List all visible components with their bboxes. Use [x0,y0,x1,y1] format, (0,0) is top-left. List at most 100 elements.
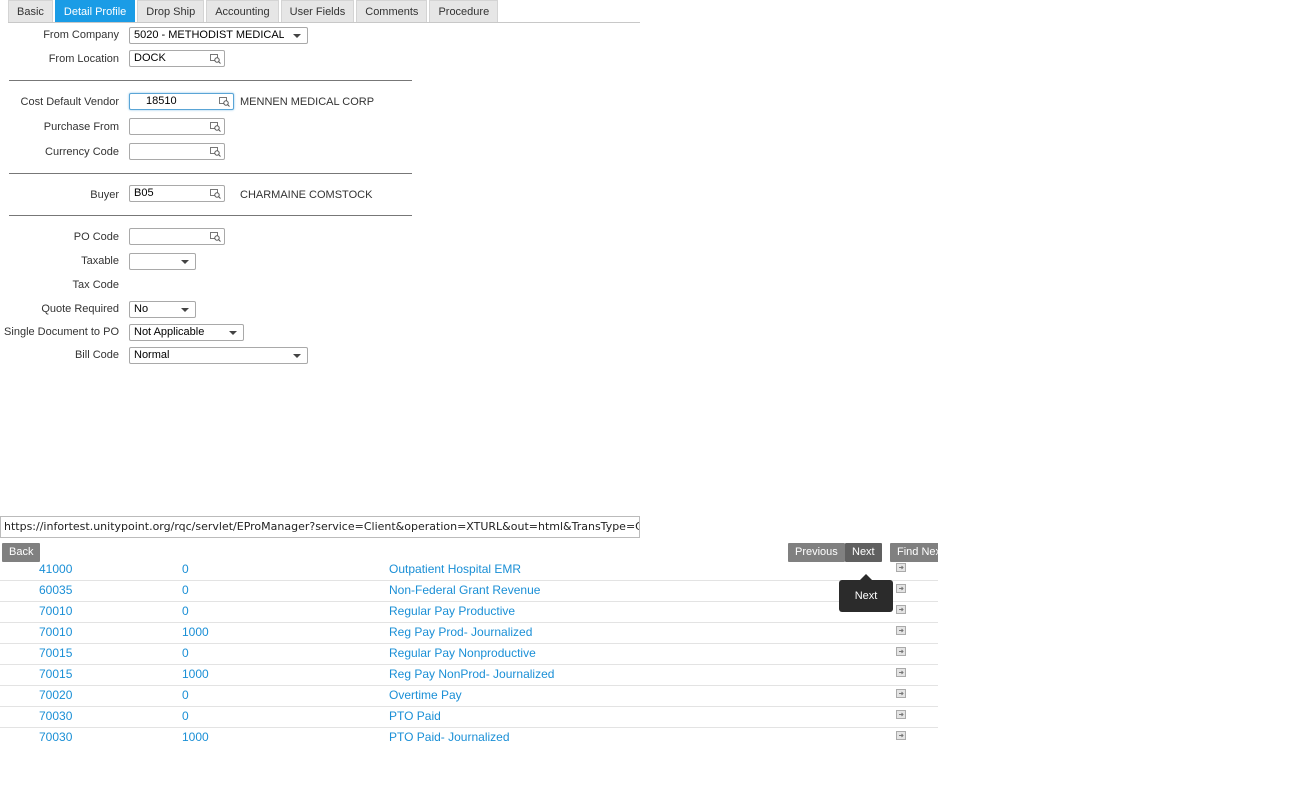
account-link[interactable]: 60035 [39,581,72,599]
bill-code-label: Bill Code [74,349,119,361]
chevron-down-icon [293,354,301,358]
account-link[interactable]: 70030 [39,707,72,725]
vendor-name: MENNEN MEDICAL CORP [240,96,375,108]
select-row-icon[interactable] [896,710,906,719]
lookup-icon[interactable] [210,231,221,242]
cost-default-vendor-field[interactable]: 18510 [129,93,234,110]
description-link[interactable]: PTO Paid [389,707,441,725]
from-location-row: From Location DOCK [0,49,320,69]
quote-required-label: Quote Required [41,303,119,315]
sub-account-link[interactable]: 1000 [182,728,209,746]
sub-account-link[interactable]: 0 [182,686,189,704]
sub-account-link[interactable]: 0 [182,560,189,578]
from-company-row: From Company 5020 - METHODIST MEDICAL C [0,25,320,45]
sub-account-link[interactable]: 0 [182,602,189,620]
account-link[interactable]: 70020 [39,686,72,704]
lookup-icon[interactable] [210,121,221,132]
buyer-field[interactable]: B05 [129,185,225,202]
description-link[interactable]: Reg Pay Prod- Journalized [389,623,532,641]
description-link[interactable]: Regular Pay Nonproductive [389,644,536,662]
purchase-from-label: Purchase From [43,121,119,133]
table-row[interactable]: 70010 0 Regular Pay Productive [0,602,938,623]
description-link[interactable]: PTO Paid- Journalized [389,728,510,746]
table-row[interactable]: 70020 0 Overtime Pay [0,686,938,707]
select-row-icon[interactable] [896,731,906,740]
from-company-select[interactable]: 5020 - METHODIST MEDICAL C [129,27,308,44]
sub-account-link[interactable]: 0 [182,707,189,725]
table-row[interactable]: 70015 1000 Reg Pay NonProd- Journalized [0,665,938,686]
single-document-label: Single Document to PO [4,326,119,338]
cost-default-vendor-value: 18510 [146,95,177,107]
lookup-icon[interactable] [210,53,221,64]
account-link[interactable]: 70010 [39,623,72,641]
purchase-from-field[interactable] [129,118,225,135]
tab-procedure[interactable]: Procedure [429,0,499,22]
lookup-icon[interactable] [219,96,230,107]
bill-code-select[interactable]: Normal [129,347,308,364]
taxable-select[interactable] [129,253,196,270]
single-document-row: Single Document to PO Not Applicable [0,322,320,342]
url-field[interactable]: https://infortest.unitypoint.org/rqc/ser… [0,516,640,538]
sub-account-link[interactable]: 1000 [182,623,209,641]
account-link[interactable]: 41000 [39,560,72,578]
sub-account-link[interactable]: 1000 [182,665,209,683]
tab-drop-ship[interactable]: Drop Ship [137,0,205,22]
tab-basic[interactable]: Basic [8,0,53,22]
from-location-label: From Location [48,53,119,65]
po-code-field[interactable] [129,228,225,245]
select-row-icon[interactable] [896,626,906,635]
select-row-icon[interactable] [896,584,906,593]
account-link[interactable]: 70010 [39,602,72,620]
table-row[interactable]: 60035 0 Non-Federal Grant Revenue [0,581,938,602]
lookup-icon[interactable] [210,188,221,199]
account-link[interactable]: 70015 [39,665,72,683]
single-document-select[interactable]: Not Applicable [129,324,244,341]
tab-user-fields[interactable]: User Fields [280,0,355,22]
from-location-field[interactable]: DOCK [129,50,225,67]
from-location-value: DOCK [134,52,166,64]
select-row-icon[interactable] [896,563,906,572]
chevron-down-icon [181,308,189,312]
table-row[interactable]: 70015 0 Regular Pay Nonproductive [0,644,938,665]
buyer-value: B05 [134,187,154,199]
results-table: 41000 0 Outpatient Hospital EMR 60035 0 Non-F… [0,560,938,749]
description-link[interactable]: Reg Pay NonProd- Journalized [389,665,554,683]
description-link[interactable]: Non-Federal Grant Revenue [389,581,540,599]
quote-required-select[interactable]: No [129,301,196,318]
select-row-icon[interactable] [896,647,906,656]
tab-detail-profile[interactable]: Detail Profile [54,0,136,22]
currency-code-field[interactable] [129,143,225,160]
tab-accounting[interactable]: Accounting [206,0,279,22]
lookup-icon[interactable] [210,146,221,157]
purchase-from-row: Purchase From [0,117,320,137]
select-row-icon[interactable] [896,689,906,698]
tab-comments[interactable]: Comments [356,0,428,22]
account-link[interactable]: 70015 [39,644,72,662]
sub-account-link[interactable]: 0 [182,581,189,599]
account-link[interactable]: 70030 [39,728,72,746]
cost-default-vendor-row: Cost Default Vendor 18510 MENNEN MEDICAL… [0,92,420,112]
select-row-icon[interactable] [896,605,906,614]
select-row-icon[interactable] [896,668,906,677]
table-row[interactable]: 70010 1000 Reg Pay Prod- Journalized [0,623,938,644]
description-link[interactable]: Regular Pay Productive [389,602,515,620]
next-tooltip: Next [839,574,893,612]
table-row[interactable]: 70030 1000 PTO Paid- Journalized [0,728,938,749]
description-link[interactable]: Overtime Pay [389,686,462,704]
from-company-value: 5020 - METHODIST MEDICAL C [134,29,284,41]
cost-default-vendor-label: Cost Default Vendor [20,96,119,108]
table-row[interactable]: 70030 0 PTO Paid [0,707,938,728]
tax-code-label: Tax Code [72,279,119,291]
description-link[interactable]: Outpatient Hospital EMR [389,560,521,578]
chevron-down-icon [181,260,189,264]
table-row[interactable]: 41000 0 Outpatient Hospital EMR [0,560,938,581]
buyer-label: Buyer [90,189,119,201]
tab-bar: Basic Detail Profile Drop Ship Accountin… [8,0,500,22]
currency-code-label: Currency Code [45,146,119,158]
po-code-row: PO Code [0,227,320,247]
quote-required-row: Quote Required No [0,299,320,319]
from-company-label: From Company [43,29,119,41]
tab-divider [8,22,640,23]
sub-account-link[interactable]: 0 [182,644,189,662]
bill-code-value: Normal [134,349,170,361]
